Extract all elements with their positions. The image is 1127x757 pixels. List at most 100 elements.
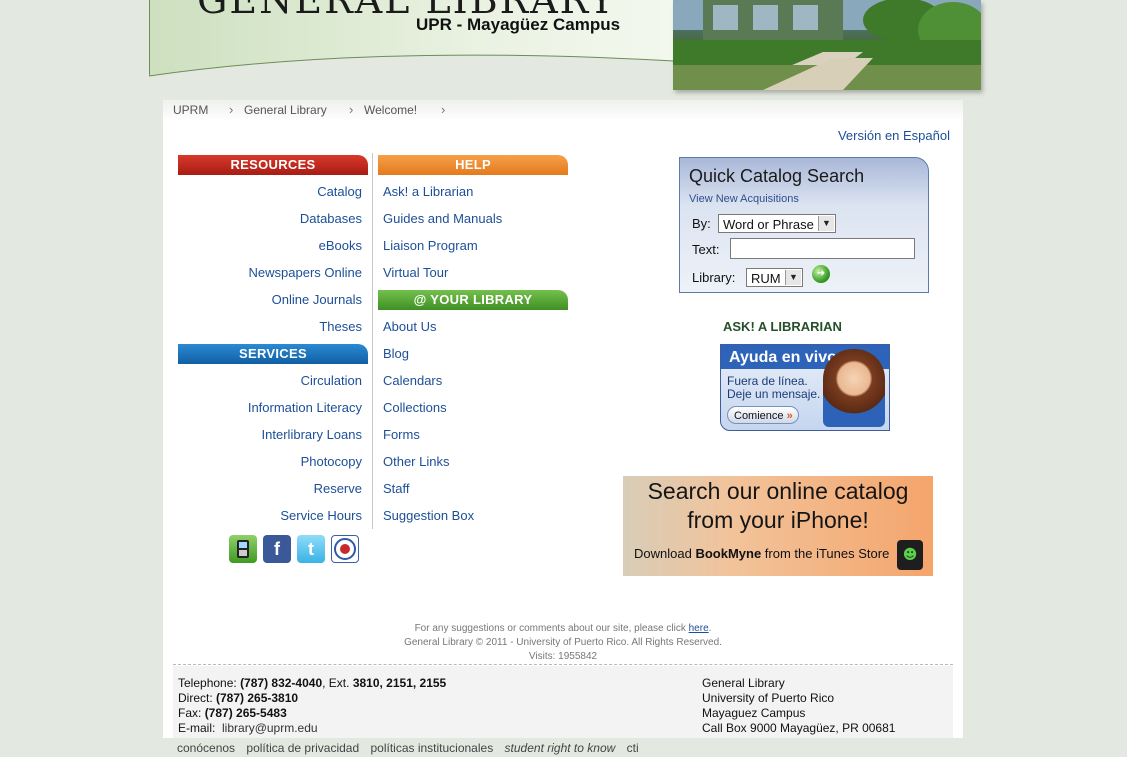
text-label: Text: — [692, 242, 720, 257]
link-virtual-tour[interactable]: Virtual Tour — [383, 265, 448, 280]
start-chat-button[interactable]: Comience » — [727, 406, 799, 424]
offline-line-2: Deje un mensaje. — [727, 387, 821, 401]
link-service-hours[interactable]: Service Hours — [280, 508, 362, 523]
link-newspapers-online[interactable]: Newspapers Online — [249, 265, 362, 280]
copyright-text: General Library © 2011 - University of P… — [404, 637, 722, 648]
search-go-icon[interactable]: ➔ — [812, 265, 830, 283]
iphone-app-ad[interactable]: Search our online catalog from your iPho… — [623, 476, 933, 576]
start-chat-label: Comience — [734, 410, 784, 422]
direct-number: (787) 265-3810 — [216, 691, 299, 705]
link-databases[interactable]: Databases — [300, 211, 362, 226]
link-blog[interactable]: Blog — [383, 346, 409, 361]
link-student-right-to-know[interactable]: student right to know — [505, 741, 616, 755]
suggestions-text: For any suggestions or comments about ou… — [163, 623, 963, 634]
ad-download-text: Download BookMyne from the iTunes Store — [634, 546, 889, 561]
ad-download-suffix: from the iTunes Store — [761, 546, 890, 561]
telephone-label: Telephone: — [178, 676, 237, 690]
campus-subtitle: UPR - Mayagüez Campus — [416, 15, 621, 34]
address-line-1: General Library — [702, 676, 785, 690]
mobile-icon[interactable] — [229, 535, 257, 563]
extension-label: , Ext. — [322, 676, 350, 690]
main-panel: UPRM › General Library › Welcome! › Vers… — [163, 100, 963, 738]
quick-catalog-search: Quick Catalog Search View New Acquisitio… — [679, 157, 929, 293]
email-line: E-mail: library@uprm.edu — [178, 721, 318, 735]
help-header: HELP — [378, 155, 568, 175]
link-theses[interactable]: Theses — [319, 319, 362, 334]
link-online-journals[interactable]: Online Journals — [272, 292, 362, 307]
link-ask-a-librarian[interactable]: Ask! a Librarian — [383, 184, 473, 199]
resources-header: RESOURCES — [178, 155, 368, 175]
chevron-right-icon: › — [349, 102, 354, 117]
your-library-header: @ YOUR LIBRARY — [378, 290, 568, 310]
suggestions-here-link[interactable]: here — [689, 623, 709, 634]
new-acquisitions-link[interactable]: View New Acquisitions — [689, 193, 799, 205]
breadcrumb: UPRM › General Library › Welcome! › — [163, 100, 963, 122]
ask-librarian-heading: ASK! A LIBRARIAN — [723, 319, 842, 334]
ad-line-1: Search our online catalog — [647, 478, 909, 504]
link-cti[interactable]: cti — [627, 741, 639, 755]
header-banner: GENERAL LIBRARY UPR - Mayagüez Campus — [149, 0, 981, 92]
library-select[interactable]: RUM ▼ — [746, 268, 803, 287]
link-collections[interactable]: Collections — [383, 400, 447, 415]
suggestions-prefix: For any suggestions or comments about ou… — [414, 623, 689, 634]
link-interlibrary-loans[interactable]: Interlibrary Loans — [262, 427, 362, 442]
link-staff[interactable]: Staff — [383, 481, 410, 496]
quick-search-title: Quick Catalog Search — [689, 166, 865, 186]
contact-block: Telephone: (787) 832-4040, Ext. 3810, 21… — [173, 666, 953, 738]
breadcrumb-uprm[interactable]: UPRM — [173, 103, 208, 117]
fax-line: Fax: (787) 265-5483 — [178, 706, 287, 720]
link-conocenos[interactable]: conócenos — [177, 741, 235, 755]
link-circulation[interactable]: Circulation — [301, 373, 362, 388]
email-label: E-mail: — [178, 721, 216, 735]
breadcrumb-general-library[interactable]: General Library — [244, 103, 327, 117]
librarian-photo — [823, 349, 885, 427]
link-information-literacy[interactable]: Information Literacy — [248, 400, 362, 415]
link-photocopy[interactable]: Photocopy — [301, 454, 362, 469]
link-reserve[interactable]: Reserve — [314, 481, 362, 496]
ad-app-name: BookMyne — [695, 546, 762, 561]
by-label: By: — [692, 216, 711, 231]
link-catalog[interactable]: Catalog — [317, 184, 362, 199]
search-by-select[interactable]: Word or Phrase ▼ — [718, 214, 836, 233]
services-header: SERVICES — [178, 344, 368, 364]
link-guides-and-manuals[interactable]: Guides and Manuals — [383, 211, 502, 226]
telephone-extensions: 3810, 2151, 2155 — [352, 676, 447, 690]
link-suggestion-box[interactable]: Suggestion Box — [383, 508, 474, 523]
link-about-us[interactable]: About Us — [383, 319, 436, 334]
facebook-icon[interactable]: f — [263, 535, 291, 563]
telephone-line: Telephone: (787) 832-4040, Ext. 3810, 21… — [178, 676, 446, 690]
direct-label: Direct: — [178, 691, 213, 705]
live-help-title: Ayuda en vivo — [729, 349, 837, 366]
link-calendars[interactable]: Calendars — [383, 373, 442, 388]
search-text-input[interactable] — [730, 238, 915, 259]
link-institutional-policies[interactable]: políticas institucionales — [370, 741, 493, 755]
link-privacy-policy[interactable]: política de privacidad — [246, 741, 359, 755]
spanish-version-link[interactable]: Versión en Español — [838, 128, 950, 143]
chevron-right-icon: › — [441, 102, 446, 117]
twitter-icon[interactable]: t — [297, 535, 325, 563]
link-forms[interactable]: Forms — [383, 427, 420, 442]
library-label: Library: — [692, 270, 736, 285]
link-liaison-program[interactable]: Liaison Program — [383, 238, 478, 253]
offline-line-1: Fuera de línea. — [727, 374, 808, 388]
rss-icon[interactable] — [331, 535, 359, 563]
telephone-number: (787) 832-4040 — [240, 676, 323, 690]
dropdown-arrow-icon: ▼ — [818, 216, 834, 231]
visits-count: 1955842 — [558, 651, 598, 662]
suggestions-suffix: . — [708, 623, 712, 634]
email-link[interactable]: library@uprm.edu — [222, 721, 318, 735]
visits-label: Visits: — [528, 651, 556, 662]
direct-line: Direct: (787) 265-3810 — [178, 691, 298, 705]
column-divider — [372, 153, 373, 529]
campus-photo — [673, 0, 981, 90]
ad-download-prefix: Download — [634, 546, 696, 561]
link-other-links[interactable]: Other Links — [383, 454, 449, 469]
live-help-banner[interactable]: Ayuda en vivo Fuera de línea. Deje un me… — [720, 344, 890, 431]
bottom-links: conócenos política de privacidad polític… — [177, 741, 647, 755]
ad-line-2: from your iPhone! — [687, 507, 869, 533]
search-by-value: Word or Phrase — [723, 217, 814, 232]
link-ebooks[interactable]: eBooks — [319, 238, 362, 253]
address-line-3: Mayaguez Campus — [702, 706, 806, 720]
bookmyne-robot-icon: ☻ — [897, 540, 923, 570]
fax-label: Fax: — [178, 706, 202, 720]
